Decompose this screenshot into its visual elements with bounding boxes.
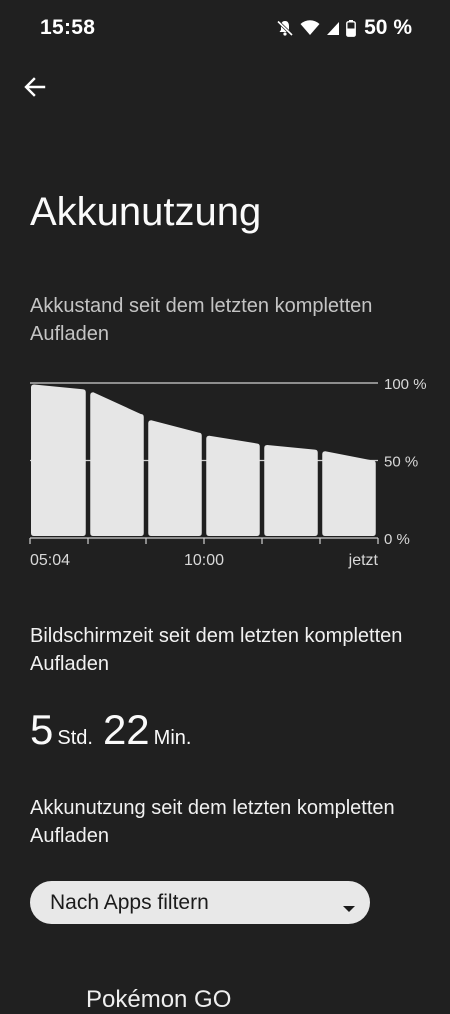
status-time: 15:58 [40, 16, 96, 39]
battery-icon [346, 19, 357, 37]
usage-heading: Akkunutzung seit dem letzten kompletten … [30, 797, 395, 847]
battery-bar [322, 451, 376, 536]
chart-caption: Akkustand seit dem letzten kompletten Au… [30, 295, 373, 345]
screen-time-hours-unit: Std. [57, 727, 93, 749]
battery-chart-svg: 100 % 50 % 0 % 05:04 10:00 jetzt [29, 376, 427, 569]
battery-bar [90, 392, 144, 536]
battery-bar [148, 420, 202, 536]
x-tick-label: 10:00 [184, 552, 224, 569]
y-tick-label: 0 % [384, 531, 410, 548]
screen-time-value: 5 Std. 22 Min. [30, 706, 201, 754]
screen-time-heading: Bildschirmzeit seit dem letzten komplett… [30, 625, 403, 675]
battery-bar [31, 384, 86, 536]
y-tick-label: 100 % [384, 376, 427, 393]
arrow-left-icon [24, 76, 46, 102]
status-bar: 15:58 50 % [0, 0, 450, 56]
x-tick-label: 05:04 [30, 552, 70, 569]
screen-time-hours: 5 [30, 706, 54, 753]
screen-time-minutes: 22 [102, 706, 150, 753]
filter-apps-dropdown[interactable]: Nach Apps filtern [30, 881, 370, 924]
screen-time-minutes-unit: Min. [153, 727, 192, 749]
battery-bar [264, 445, 318, 536]
battery-percent: 50 % [364, 16, 412, 39]
status-icons: 50 % [276, 16, 412, 40]
page-title: Akkunutzung [30, 190, 262, 234]
battery-level-chart: 100 % 50 % 0 % 05:04 10:00 jetzt [0, 370, 450, 580]
wifi-icon [300, 20, 320, 36]
app-list-item[interactable]: Pokémon GO [86, 986, 231, 1014]
y-tick-label: 50 % [384, 454, 418, 471]
cellular-signal-icon [326, 21, 340, 36]
mute-icon [276, 19, 294, 37]
battery-bar [206, 435, 260, 536]
back-button[interactable] [18, 72, 52, 106]
x-tick-label: jetzt [348, 552, 379, 569]
dropdown-arrow-icon [342, 900, 356, 918]
filter-dropdown-label: Nach Apps filtern [50, 891, 209, 914]
